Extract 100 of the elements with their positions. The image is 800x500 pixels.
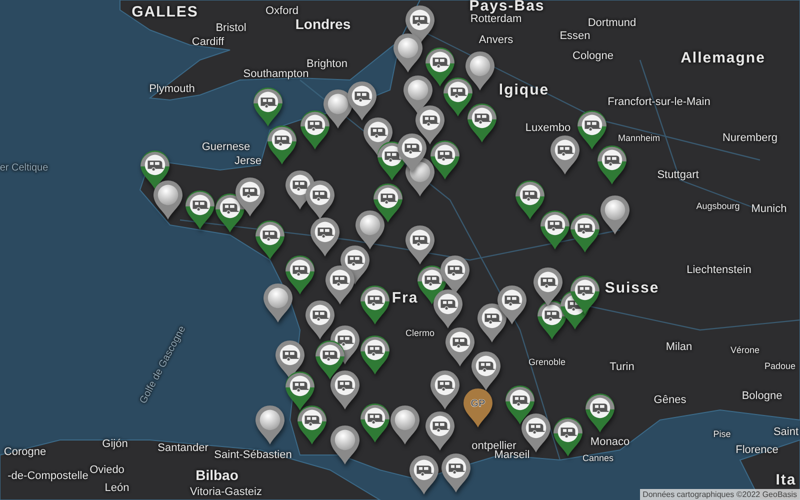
map-pin[interactable] — [576, 109, 608, 151]
caravan-icon — [148, 160, 164, 172]
map-pin[interactable] — [470, 350, 502, 392]
caravan-icon — [438, 380, 454, 392]
map-pin[interactable] — [314, 339, 346, 381]
map-pin[interactable] — [329, 424, 361, 466]
disc-icon — [398, 38, 418, 58]
map-pin[interactable] — [234, 176, 266, 218]
place-label: Munich — [751, 203, 787, 215]
disc-icon — [360, 214, 380, 236]
map-pin[interactable] — [304, 299, 336, 341]
map-pin[interactable] — [322, 88, 354, 130]
caravan-icon — [368, 414, 384, 424]
caravan-icon — [522, 190, 539, 202]
map-pin[interactable] — [284, 370, 316, 412]
map-pin[interactable] — [296, 404, 328, 446]
map-pin[interactable] — [552, 416, 584, 458]
map-pin[interactable] — [392, 32, 424, 74]
map-pin[interactable] — [252, 86, 284, 128]
map-pin[interactable] — [299, 109, 331, 151]
disc-icon — [260, 410, 280, 430]
map-pin[interactable] — [214, 192, 246, 234]
place-label: Monaco — [590, 436, 630, 448]
place-label: Gênes — [654, 394, 686, 406]
map-pin[interactable] — [408, 454, 440, 496]
place-label: Cannes — [582, 453, 614, 463]
place-label: Plymouth — [149, 83, 195, 95]
map-pin[interactable] — [464, 50, 496, 92]
place-label: GALLES — [132, 4, 198, 20]
map-attribution: Données cartographiques ©2022 GeoBasis — [640, 489, 800, 500]
map-pin[interactable] — [424, 410, 456, 452]
map-pin[interactable] — [404, 224, 436, 266]
map-pin[interactable] — [152, 179, 184, 221]
caravan-icon — [474, 114, 491, 124]
map-pin[interactable] — [596, 144, 628, 186]
place-label: Bristol — [216, 22, 246, 34]
map-pin[interactable] — [476, 302, 508, 344]
place-label: Saint — [773, 426, 799, 438]
map-pin[interactable] — [372, 182, 404, 224]
map-view[interactable] — [0, 0, 800, 500]
place-label: Saint-Sébastien — [214, 449, 292, 461]
caravan-icon — [368, 346, 384, 356]
map-pin[interactable] — [396, 132, 428, 174]
map-pin[interactable] — [284, 254, 316, 296]
map-pin[interactable] — [539, 209, 571, 251]
caravan-icon — [578, 286, 594, 296]
place-label: Vérone — [730, 345, 760, 355]
map-pin[interactable] — [599, 194, 631, 236]
map-pin[interactable] — [496, 284, 528, 326]
caravan-icon — [242, 188, 259, 198]
map-pin[interactable] — [569, 212, 601, 254]
place-label: Suisse — [604, 280, 660, 296]
map-pin[interactable] — [254, 404, 286, 446]
map-pin[interactable] — [359, 334, 391, 376]
map-pin[interactable] — [354, 209, 386, 251]
caravan-icon — [448, 464, 465, 474]
map-pin[interactable] — [584, 392, 616, 434]
map-pin[interactable] — [304, 179, 336, 221]
map-pin[interactable] — [309, 216, 341, 258]
map-pin[interactable]: GP — [462, 387, 494, 429]
place-label: Pays-Bas — [469, 0, 545, 14]
map-pin[interactable] — [466, 102, 498, 144]
place-label: -de-Compostelle — [8, 470, 88, 482]
map-pin[interactable] — [429, 369, 461, 411]
map-pin[interactable] — [329, 369, 361, 411]
caravan-icon — [312, 190, 329, 202]
caravan-icon — [368, 296, 384, 306]
map-pin[interactable] — [346, 80, 378, 122]
caravan-icon — [412, 16, 429, 26]
map-pin[interactable] — [389, 404, 421, 446]
place-label: lgique — [498, 82, 550, 98]
map-pin[interactable] — [359, 284, 391, 326]
caravan-icon — [338, 336, 354, 346]
place-label: Southampton — [243, 68, 309, 80]
map-pin[interactable] — [514, 179, 546, 221]
place-label: Francfort-sur-le-Main — [608, 96, 710, 108]
map-pin[interactable] — [442, 76, 474, 118]
map-pin[interactable] — [444, 326, 476, 368]
map-pin[interactable] — [432, 288, 464, 330]
place-label: Guernese — [202, 141, 250, 153]
map-pin[interactable] — [254, 219, 286, 261]
map-pin[interactable] — [549, 134, 581, 176]
caravan-icon — [578, 224, 594, 234]
map-pin[interactable] — [266, 124, 298, 166]
map-pin[interactable] — [324, 264, 356, 306]
caravan-icon — [416, 466, 433, 476]
place-label: León — [104, 482, 130, 494]
disc-icon — [268, 288, 288, 308]
map-pin[interactable] — [532, 266, 564, 308]
map-pin[interactable] — [429, 139, 461, 181]
place-label: Marseil — [494, 449, 530, 461]
caravan-icon — [592, 404, 609, 414]
place-label: Corogne — [4, 446, 46, 458]
place-label: Santander — [158, 442, 208, 454]
caravan-icon — [312, 310, 329, 322]
map-pin[interactable] — [359, 402, 391, 444]
map-pin[interactable] — [262, 282, 294, 324]
map-pin[interactable] — [184, 189, 216, 231]
caravan-icon — [448, 266, 464, 276]
map-pin[interactable] — [440, 452, 472, 494]
